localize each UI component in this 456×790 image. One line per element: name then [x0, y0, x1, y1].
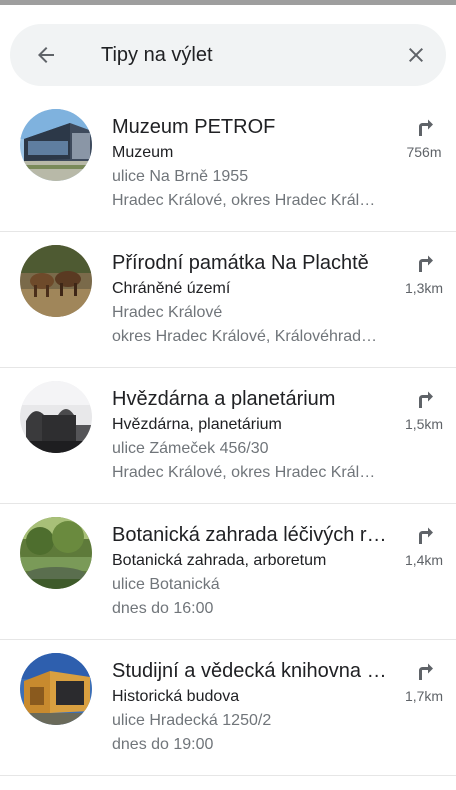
directions-button[interactable]: 1,4km	[402, 522, 446, 568]
turn-right-arrow-icon	[419, 391, 433, 408]
place-title: Studijní a vědecká knihovna H…	[112, 660, 394, 682]
directions-button[interactable]: 1,5km	[402, 386, 446, 432]
place-category: Botanická zahrada, arboretum	[112, 552, 327, 569]
place-address: ulice Na Brně 1955	[112, 168, 249, 185]
place-address: ulice Zámeček 456/30	[112, 440, 269, 457]
directions-button[interactable]: 1,7km	[402, 658, 446, 704]
result-item[interactable]: Studijní a vědecká knihovna H… Historick…	[0, 640, 456, 776]
place-title: Botanická zahrada léčivých ro…	[112, 524, 394, 546]
place-category: Chráněné území	[112, 280, 231, 297]
back-button[interactable]	[30, 39, 62, 71]
turn-right-arrow-icon	[419, 119, 433, 136]
turn-right-arrow-icon	[419, 663, 433, 680]
place-address: ulice Botanická	[112, 576, 220, 593]
place-photo	[20, 517, 92, 589]
place-photo	[20, 245, 92, 317]
place-detail: okres Hradec Králové, Královéhrad…	[112, 328, 378, 345]
directions-button[interactable]: 756m	[402, 114, 446, 160]
place-title: Hvězdárna a planetárium	[112, 388, 336, 410]
distance-label: 756m	[406, 144, 442, 160]
distance-label: 1,5km	[404, 416, 444, 432]
place-title: Přírodní památka Na Plachtě	[112, 252, 369, 274]
result-item[interactable]: Muzeum PETROF Muzeum ulice Na Brně 1955 …	[0, 96, 456, 232]
opening-hours: dnes do 19:00	[112, 736, 214, 753]
status-strip	[0, 0, 456, 5]
turn-right-arrow-icon	[419, 255, 433, 272]
place-category: Muzeum	[112, 144, 174, 161]
result-item[interactable]: Hvězdárna a planetárium Hvězdárna, plane…	[0, 368, 456, 504]
place-address: ulice Hradecká 1250/2	[112, 712, 272, 729]
arrow-left-icon	[38, 47, 54, 63]
search-query[interactable]: Tipy na výlet	[101, 41, 213, 69]
distance-label: 1,4km	[404, 552, 444, 568]
distance-label: 1,7km	[404, 688, 444, 704]
place-address: Hradec Králové	[112, 304, 223, 321]
place-title: Muzeum PETROF	[112, 116, 276, 138]
place-category: Historická budova	[112, 688, 240, 705]
place-photo	[20, 381, 92, 453]
close-icon	[409, 48, 423, 62]
result-item[interactable]: Přírodní památka Na Plachtě Chráněné úze…	[0, 232, 456, 368]
place-detail: Hradec Králové, okres Hradec Král…	[112, 464, 376, 481]
directions-button[interactable]: 1,3km	[402, 250, 446, 296]
place-photo	[20, 109, 92, 181]
distance-label: 1,3km	[404, 280, 444, 296]
place-category: Hvězdárna, planetárium	[112, 416, 282, 433]
clear-search-button[interactable]	[400, 39, 432, 71]
result-item[interactable]: Botanická zahrada léčivých ro… Botanická…	[0, 504, 456, 640]
search-bar: Tipy na výlet	[10, 24, 446, 86]
results-list: Muzeum PETROF Muzeum ulice Na Brně 1955 …	[0, 96, 456, 776]
opening-hours: dnes do 16:00	[112, 600, 214, 617]
place-detail: Hradec Králové, okres Hradec Král…	[112, 192, 376, 209]
place-photo	[20, 653, 92, 725]
turn-right-arrow-icon	[419, 527, 433, 544]
